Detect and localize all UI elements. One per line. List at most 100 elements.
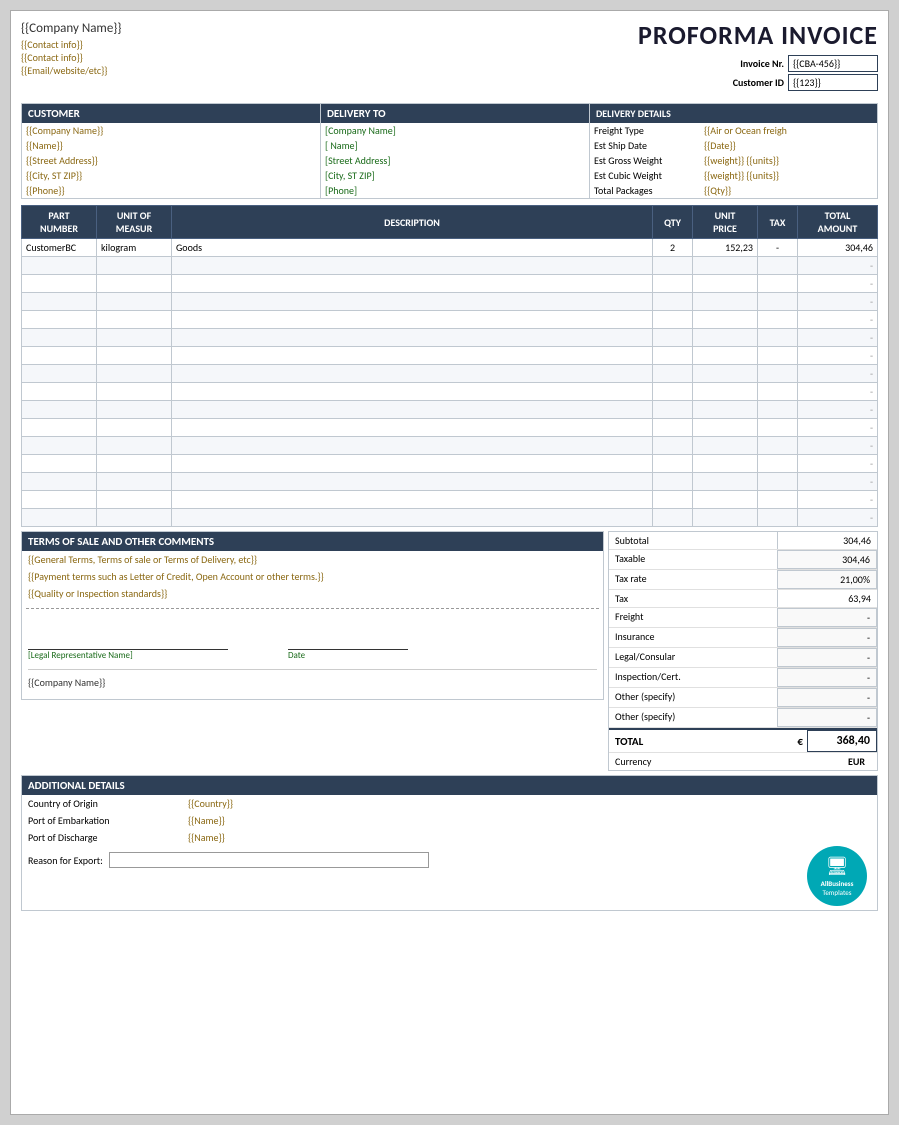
invoice-sheet: {{Company Name}} {{Contact info}} {{Cont… (10, 10, 889, 1115)
date-label: Date (288, 650, 408, 661)
insurance-label: Insurance (609, 628, 777, 647)
col-part-number: PARTNUMBER (22, 206, 97, 239)
invoice-nr-label: Invoice Nr. (704, 57, 784, 70)
taxrate-label: Tax rate (609, 570, 777, 589)
table-row: - (22, 509, 878, 527)
taxable-label: Taxable (609, 550, 777, 569)
terms-row-1: {{General Terms, Terms of sale or Terms … (22, 551, 603, 568)
taxrate-value: 21,00% (777, 570, 877, 589)
table-row: - (22, 491, 878, 509)
customer-street: {{Street Address}} (22, 153, 320, 168)
port-discharge-label: Port of Discharge (28, 831, 188, 844)
table-row: - (22, 473, 878, 491)
currency-label: Currency (615, 755, 848, 768)
port-discharge-value: {{Name}} (188, 831, 225, 844)
port-embarkation-value: {{Name}} (188, 814, 225, 827)
table-row: - (22, 275, 878, 293)
table-row: - (22, 401, 878, 419)
col-tax: TAX (758, 206, 798, 239)
other2-value: - (777, 708, 877, 727)
terms-row-3: {{Quality or Inspection standards}} (22, 585, 603, 602)
table-row: - (22, 293, 878, 311)
other2-label: Other (specify) (609, 708, 777, 727)
table-row: - (22, 437, 878, 455)
customer-id-label: Customer ID (704, 76, 784, 89)
customer-city: {{City, ST ZIP}} (22, 168, 320, 183)
country-of-origin-value: {{Country}} (188, 797, 233, 810)
reason-label: Reason for Export: (28, 854, 103, 867)
cubic-weight-value: {{weight}} {{units}} (704, 169, 779, 182)
port-embarkation-label: Port of Embarkation (28, 814, 188, 827)
contact-email: {{Email/website/etc}} (21, 64, 638, 77)
table-row: CustomerBCkilogramGoods2152,23-304,46 (22, 239, 878, 257)
taxable-value: 304,46 (777, 550, 877, 569)
sig-company: {{Company Name}} (22, 674, 603, 691)
customer-phone: {{Phone}} (22, 183, 320, 198)
freight-value: - (777, 608, 877, 627)
table-row: - (22, 419, 878, 437)
col-qty: QTY (653, 206, 693, 239)
total-currency: € (793, 732, 807, 751)
gross-weight-value: {{weight}} {{units}} (704, 154, 779, 167)
customer-id-value: {{123}} (788, 74, 878, 91)
terms-row-2: {{Payment terms such as Letter of Credit… (22, 568, 603, 585)
delivery-phone: [Phone] (321, 183, 589, 198)
inspection-label: Inspection/Cert. (609, 668, 777, 687)
col-unit-price: UNITPRICE (693, 206, 758, 239)
table-row: - (22, 365, 878, 383)
reason-input[interactable] (109, 852, 429, 868)
country-of-origin-label: Country of Origin (28, 797, 188, 810)
freight-type-label: Freight Type (594, 124, 704, 137)
invoice-table: PARTNUMBER UNIT OFMEASUR DESCRIPTION QTY… (21, 205, 878, 527)
contact-info-2: {{Contact info}} (21, 51, 638, 64)
tax-label: Tax (609, 590, 777, 607)
allbusiness-logo: 🖥 AllBusiness Templates (807, 846, 867, 906)
legal-value: - (777, 648, 877, 667)
other1-label: Other (specify) (609, 688, 777, 707)
delivery-company: [Company Name] (321, 123, 589, 138)
insurance-value: - (777, 628, 877, 647)
company-name: {{Company Name}} (21, 19, 638, 38)
delivery-to-header: DELIVERY TO (321, 104, 589, 123)
table-row: - (22, 455, 878, 473)
rep-label: [Legal Representative Name] (28, 650, 228, 661)
inspection-value: - (777, 668, 877, 687)
delivery-name: [ Name] (321, 138, 589, 153)
col-unit-measure: UNIT OFMEASUR (97, 206, 172, 239)
invoice-nr-value: {{CBA-456}} (788, 55, 878, 72)
additional-header: ADDITIONAL DETAILS (22, 776, 877, 795)
delivery-city: [City, ST ZIP] (321, 168, 589, 183)
col-description: DESCRIPTION (172, 206, 653, 239)
freight-label: Freight (609, 608, 777, 627)
packages-value: {{Qty}} (704, 184, 731, 197)
delivery-details-header: DELIVERY DETAILS (590, 104, 877, 123)
tax-value: 63,94 (777, 590, 877, 607)
customer-name: {{Name}} (22, 138, 320, 153)
freight-type-value: {{Air or Ocean freigh (704, 124, 787, 137)
table-row: - (22, 257, 878, 275)
subtotal-label: Subtotal (609, 532, 777, 549)
customer-header: CUSTOMER (22, 104, 320, 123)
customer-company: {{Company Name}} (22, 123, 320, 138)
cubic-weight-label: Est Cubic Weight (594, 169, 704, 182)
legal-label: Legal/Consular (609, 648, 777, 667)
contact-info-1: {{Contact info}} (21, 38, 638, 51)
other1-value: - (777, 688, 877, 707)
table-row: - (22, 329, 878, 347)
terms-header: TERMS OF SALE AND OTHER COMMENTS (22, 532, 603, 551)
logo-line1: AllBusiness (821, 879, 854, 888)
logo-line2: Templates (823, 888, 852, 897)
packages-label: Total Packages (594, 184, 704, 197)
table-row: - (22, 347, 878, 365)
total-label: TOTAL (609, 732, 793, 751)
col-total-amount: TOTALAMOUNT (798, 206, 878, 239)
subtotal-value: 304,46 (777, 532, 877, 549)
ship-date-label: Est Ship Date (594, 139, 704, 152)
proforma-title: PROFORMA INVOICE (638, 19, 878, 51)
delivery-street: [Street Address] (321, 153, 589, 168)
table-row: - (22, 311, 878, 329)
gross-weight-label: Est Gross Weight (594, 154, 704, 167)
currency-value: EUR (848, 755, 871, 768)
ship-date-value: {{Date}} (704, 139, 736, 152)
total-value: 368,40 (807, 730, 877, 752)
